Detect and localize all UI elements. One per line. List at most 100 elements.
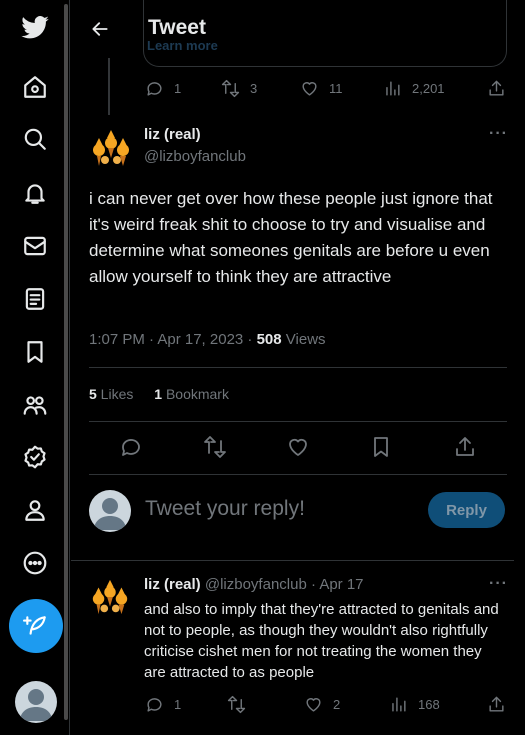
reply-author-handle[interactable]: @lizboyfanclub	[205, 576, 307, 593]
heart-icon	[306, 698, 321, 712]
notifications-icon	[25, 184, 45, 204]
divider	[71, 560, 514, 561]
nav-explore[interactable]	[14, 118, 56, 160]
views-icon	[392, 697, 406, 712]
bookmarks-icon	[27, 341, 43, 363]
verified-icon	[24, 445, 46, 469]
nav-messages[interactable]	[14, 225, 56, 267]
left-nav	[0, 0, 70, 735]
tweet-stats: 5 Likes 1 Bookmark	[89, 386, 229, 402]
reply-submit-button[interactable]: Reply	[428, 492, 505, 528]
author-avatar[interactable]	[89, 126, 133, 170]
reply-like-count: 2	[333, 697, 341, 712]
parent-like-button[interactable]: 11	[300, 79, 343, 98]
author-handle[interactable]: @lizboyfanclub	[144, 148, 246, 165]
likes-stat[interactable]: 5 Likes	[89, 386, 133, 402]
cats-avatar-image	[89, 576, 131, 618]
reply-icon	[147, 82, 162, 96]
heart-icon	[289, 438, 307, 456]
scrollbar[interactable]	[64, 4, 68, 720]
reply-like-button[interactable]: 2	[304, 695, 340, 714]
nav-more[interactable]	[14, 542, 56, 584]
reply-reply-count: 1	[174, 697, 182, 712]
reply-icon	[147, 698, 162, 712]
divider	[89, 367, 507, 368]
retweet-button[interactable]	[203, 435, 227, 459]
compose-tweet-button[interactable]	[9, 599, 63, 653]
bookmarks-stat[interactable]: 1 Bookmark	[154, 386, 229, 402]
reply-action-row: 1 2 168	[71, 695, 514, 719]
share-button[interactable]	[453, 435, 477, 459]
parent-reply-button[interactable]: 1	[145, 79, 181, 98]
reply-author-avatar[interactable]	[89, 576, 131, 618]
account-avatar[interactable]	[15, 681, 57, 723]
bookmark-button[interactable]	[369, 435, 393, 459]
reply-reply-button[interactable]: 1	[145, 695, 181, 714]
communities-icon	[23, 396, 47, 415]
author-name[interactable]: liz (real)	[144, 126, 201, 143]
profile-icon	[25, 500, 45, 521]
share-icon	[489, 80, 504, 96]
retweet-icon	[227, 695, 246, 714]
parent-views-count: 2,201	[412, 81, 445, 96]
nav-bookmarks[interactable]	[14, 331, 56, 373]
reply-author-name[interactable]: liz (real)	[144, 576, 201, 593]
reply-input[interactable]: Tweet your reply!	[145, 497, 305, 521]
back-arrow-icon	[92, 22, 108, 36]
nav-verified[interactable]	[14, 436, 56, 478]
parent-views-button[interactable]: 2,201	[383, 79, 445, 98]
heart-icon	[302, 82, 317, 96]
lists-icon	[25, 288, 45, 310]
more-icon	[23, 551, 47, 575]
bookmarks-count: 1	[154, 386, 163, 402]
divider	[89, 421, 507, 422]
tweet-more-button[interactable]: ···	[489, 125, 508, 143]
like-button[interactable]	[286, 435, 310, 459]
parent-action-row: 1 3 11 2,201	[71, 79, 514, 103]
retweet-icon	[221, 79, 240, 98]
reply-retweet-button[interactable]	[227, 695, 256, 714]
default-avatar-icon	[94, 498, 126, 530]
reply-icon	[122, 439, 140, 456]
reply-text: and also to imply that they're attracted…	[144, 601, 499, 681]
compose-tweet-icon	[23, 616, 46, 635]
nav-communities[interactable]	[14, 384, 56, 426]
nav-lists[interactable]	[14, 278, 56, 320]
default-avatar-icon	[20, 689, 52, 721]
nav-home[interactable]	[14, 66, 56, 108]
reply-header: liz (real) @lizboyfanclub · Apr 17	[144, 576, 364, 593]
reply-share-button[interactable]	[487, 695, 506, 714]
nav-profile[interactable]	[14, 489, 56, 531]
messages-icon	[24, 236, 46, 256]
bookmarks-label: Bookmark	[162, 386, 229, 402]
views-icon	[386, 81, 400, 96]
parent-retweet-count: 3	[250, 81, 258, 96]
nav-notifications[interactable]	[14, 172, 56, 214]
reply-more-button[interactable]: ···	[489, 575, 508, 593]
parent-like-count: 11	[329, 81, 343, 96]
reply-button[interactable]	[119, 435, 143, 459]
composer-avatar	[89, 490, 131, 532]
bookmark-icon	[374, 437, 388, 457]
parent-retweet-button[interactable]: 3	[221, 79, 257, 98]
twitter-logo[interactable]	[14, 7, 56, 49]
share-icon	[456, 437, 474, 456]
retweet-icon	[204, 436, 226, 458]
reply-views-count: 168	[418, 697, 440, 712]
back-button[interactable]	[83, 12, 117, 46]
tweet-text: i can never get over how these people ju…	[89, 189, 493, 286]
parent-reply-count: 1	[174, 81, 182, 96]
home-icon	[24, 76, 46, 98]
tweet-action-bar	[71, 435, 514, 461]
page-title: Tweet	[148, 16, 206, 39]
tweet-timestamp[interactable]: 1:07 PM · Apr 17, 2023 ·	[89, 331, 257, 348]
page-header: Tweet	[71, 0, 514, 58]
likes-count: 5	[89, 386, 97, 402]
reply-views-button[interactable]: 168	[389, 695, 440, 714]
twitter-bird-icon	[21, 16, 49, 39]
parent-share-button[interactable]	[487, 79, 506, 98]
tweet-views-count: 508	[256, 331, 282, 348]
share-icon	[489, 696, 504, 712]
reply-date[interactable]: Apr 17	[319, 576, 363, 593]
reply-separator: ·	[306, 576, 320, 593]
